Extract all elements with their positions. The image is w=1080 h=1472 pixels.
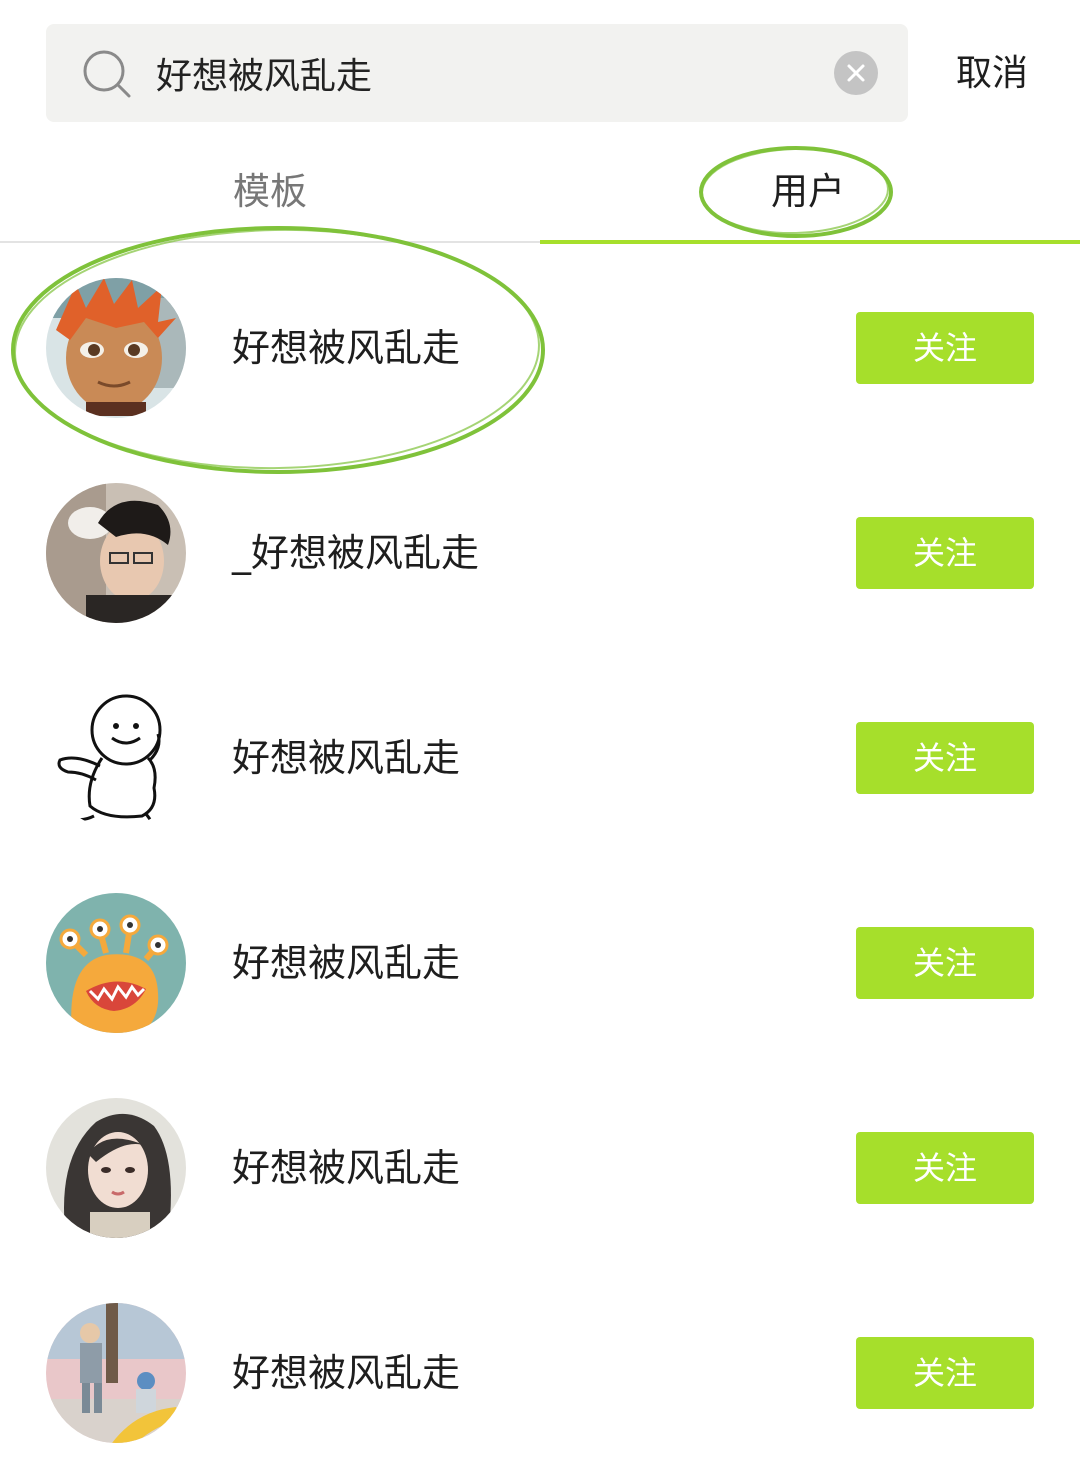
user-list-item[interactable]: 好想被风乱走 关注 (0, 861, 1080, 1061)
user-list-item[interactable]: _好想被风乱走 关注 (0, 451, 1080, 651)
search-input[interactable] (156, 46, 816, 100)
search-bar[interactable] (46, 24, 908, 122)
cancel-button[interactable]: 取消 (934, 44, 1050, 104)
username[interactable]: 好想被风乱走 (232, 320, 460, 376)
follow-button[interactable]: 关注 (856, 1337, 1034, 1409)
username[interactable]: _好想被风乱走 (232, 525, 479, 581)
follow-button[interactable]: 关注 (856, 312, 1034, 384)
username[interactable]: 好想被风乱走 (232, 935, 460, 991)
illustrated-girl-avatar[interactable] (46, 1098, 186, 1238)
monster-avatar[interactable] (46, 893, 186, 1033)
follow-button[interactable]: 关注 (856, 927, 1034, 999)
username[interactable]: 好想被风乱走 (232, 1140, 460, 1196)
doodle-avatar[interactable] (46, 688, 186, 828)
search-icon (82, 49, 132, 99)
tab-templates[interactable]: 模板 (160, 160, 380, 224)
tab-users[interactable]: 用户 (698, 160, 918, 224)
active-tab-indicator (540, 240, 1080, 244)
young-man-avatar[interactable] (46, 483, 186, 623)
user-list-item[interactable]: 好想被风乱走 关注 (0, 1066, 1080, 1266)
user-list-item[interactable]: 好想被风乱走 关注 (0, 1271, 1080, 1471)
couple-photo-avatar[interactable] (46, 1303, 186, 1443)
user-list-item[interactable]: 好想被风乱走 关注 (0, 246, 1080, 446)
anime-boy-avatar[interactable] (46, 278, 186, 418)
user-list-item[interactable]: 好想被风乱走 关注 (0, 656, 1080, 856)
clear-icon[interactable] (834, 51, 878, 95)
follow-button[interactable]: 关注 (856, 1132, 1034, 1204)
username[interactable]: 好想被风乱走 (232, 730, 460, 786)
username[interactable]: 好想被风乱走 (232, 1345, 460, 1401)
follow-button[interactable]: 关注 (856, 722, 1034, 794)
follow-button[interactable]: 关注 (856, 517, 1034, 589)
